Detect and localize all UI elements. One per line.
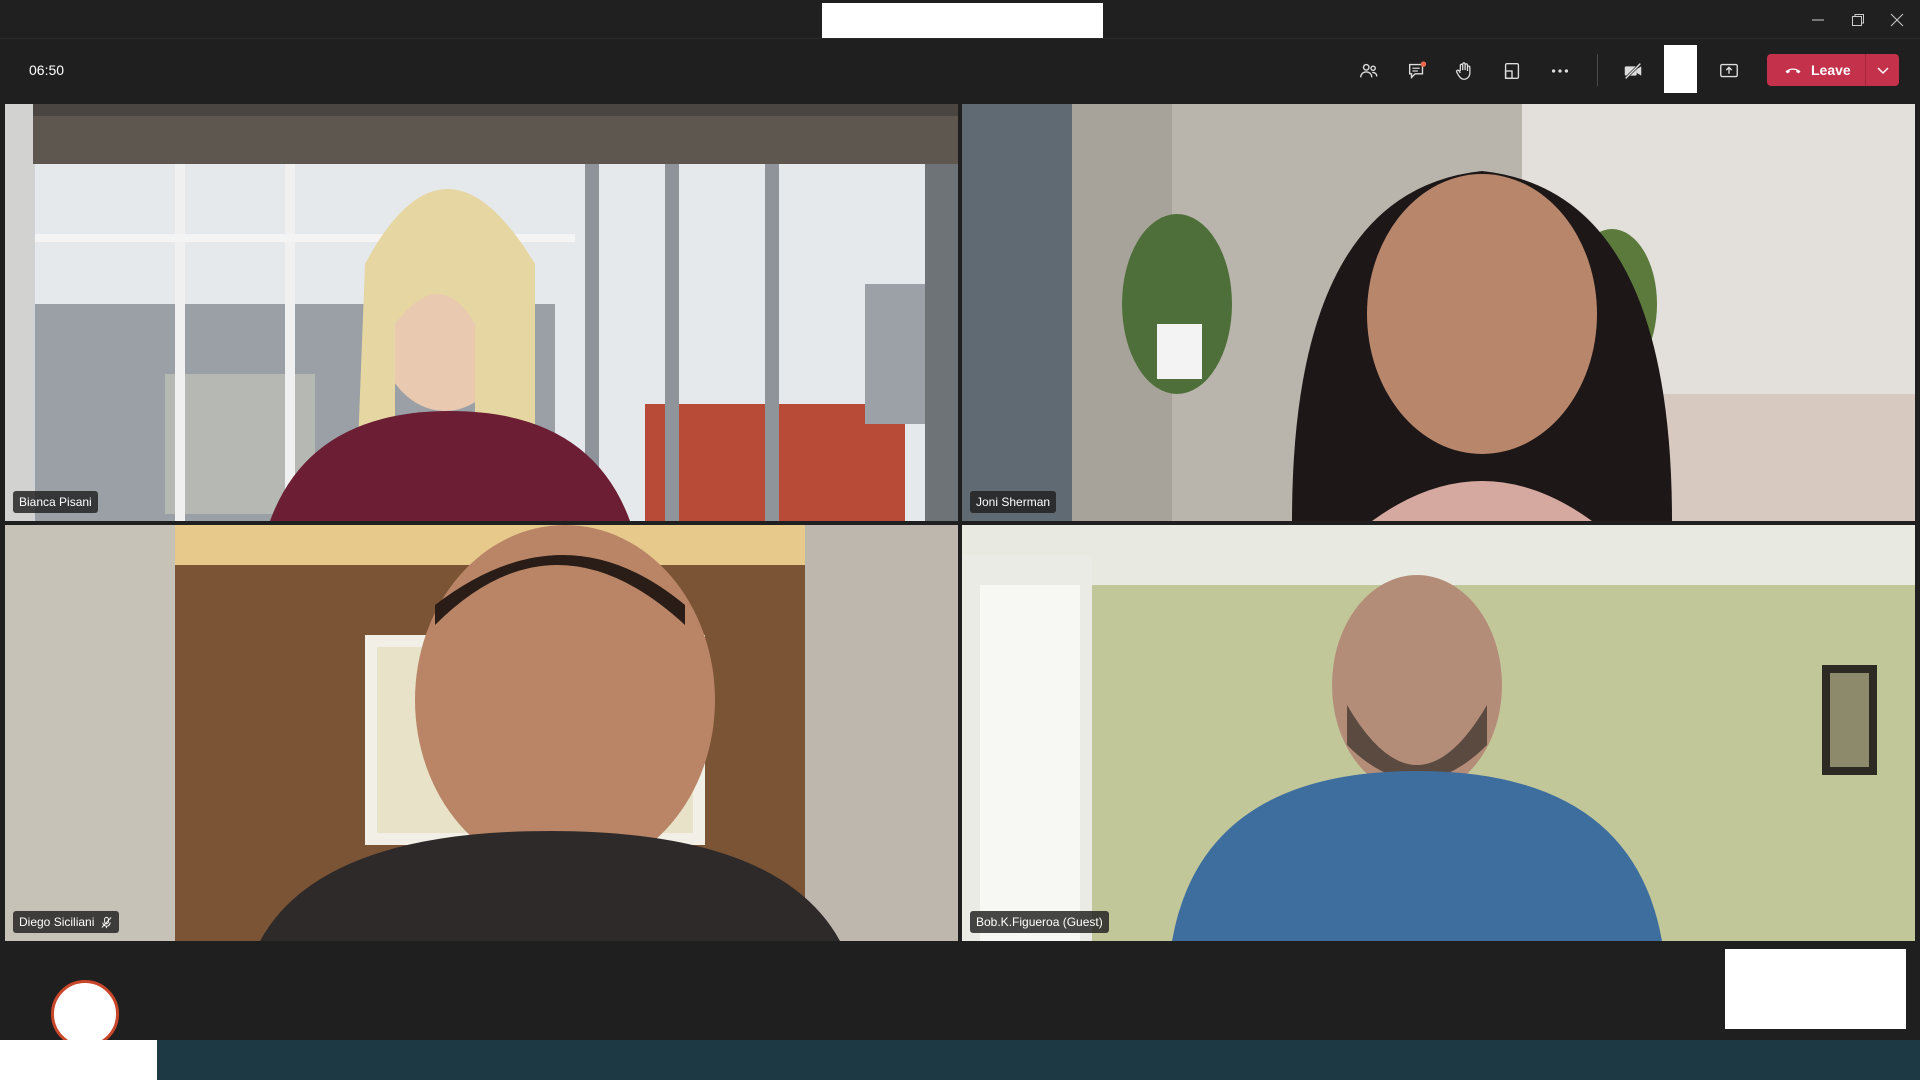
meeting-control-bar: 06:50 Leave — [0, 40, 1920, 100]
self-preview-redacted — [1725, 949, 1906, 1029]
rooms-icon — [1504, 62, 1520, 80]
video-tile-joni-sherman[interactable]: Joni Sherman — [962, 104, 1915, 521]
camera-off-icon — [1624, 62, 1642, 80]
leave-label: Leave — [1811, 62, 1851, 78]
participant-name-badge: Diego Siciliani — [13, 911, 120, 933]
control-separator — [1597, 54, 1598, 86]
participant-name-badge: Joni Sherman — [970, 491, 1057, 513]
share-screen-button[interactable] — [1711, 53, 1747, 89]
video-feed — [962, 104, 1915, 521]
chat-icon — [1408, 61, 1427, 80]
leave-button[interactable]: Leave — [1767, 54, 1865, 86]
mic-muted-icon — [101, 916, 112, 928]
participant-name-badge: Bianca Pisani — [13, 491, 98, 513]
leave-options-dropdown[interactable] — [1866, 54, 1899, 86]
taskbar — [0, 1040, 1920, 1080]
rooms-button[interactable] — [1494, 53, 1530, 89]
share-screen-icon — [1720, 63, 1738, 78]
minimize-icon — [1812, 19, 1824, 20]
participant-name: Diego Siciliani — [19, 915, 95, 929]
participant-name: Bob.K.Figueroa (Guest) — [976, 915, 1103, 929]
more-icon — [1551, 69, 1569, 73]
participant-name: Joni Sherman — [976, 495, 1051, 509]
hang-up-icon — [1785, 68, 1801, 74]
video-tile-diego-siciliani[interactable]: Diego Siciliani — [5, 525, 958, 941]
meeting-timer: 06:50 — [29, 62, 65, 78]
video-feed — [5, 104, 958, 521]
more-actions-button[interactable] — [1542, 53, 1578, 89]
video-feed — [5, 525, 958, 941]
video-tile-bianca-pisani[interactable]: Bianca Pisani — [5, 104, 958, 521]
close-button[interactable] — [1874, 0, 1920, 39]
leave-button-group: Leave — [1767, 54, 1899, 86]
hand-icon — [1455, 62, 1471, 80]
window-title-bar — [0, 0, 1920, 39]
participants-button[interactable] — [1351, 53, 1387, 89]
restore-icon — [1852, 13, 1864, 26]
participant-name-badge: Bob.K.Figueroa (Guest) — [970, 911, 1109, 933]
video-tile-bob-figueroa[interactable]: Bob.K.Figueroa (Guest) — [962, 525, 1915, 941]
chat-button[interactable] — [1399, 53, 1435, 89]
self-view-area — [0, 941, 1920, 1040]
self-avatar[interactable] — [51, 980, 119, 1048]
camera-toggle-button[interactable] — [1615, 53, 1651, 89]
video-feed — [962, 525, 1915, 941]
taskbar-redacted — [0, 1040, 157, 1080]
mic-button-redacted[interactable] — [1664, 45, 1697, 93]
people-icon — [1360, 63, 1378, 78]
chevron-down-icon — [1876, 67, 1889, 75]
close-icon — [1890, 13, 1904, 26]
raise-hand-button[interactable] — [1446, 53, 1482, 89]
window-title-redacted — [822, 3, 1103, 38]
participant-name: Bianca Pisani — [19, 495, 92, 509]
